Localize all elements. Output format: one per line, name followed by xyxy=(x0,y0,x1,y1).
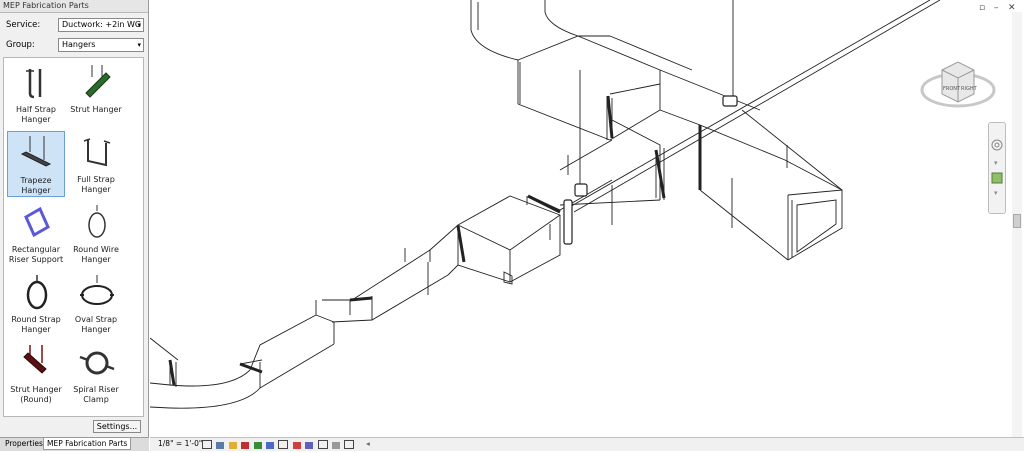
scrollbar-thumb[interactable] xyxy=(1013,214,1021,228)
fabrication-parts-panel: MEP Fabrication Parts Service: Ductwork:… xyxy=(0,0,149,450)
constraints-icon[interactable] xyxy=(344,440,355,449)
hide-isolate-icon[interactable] xyxy=(292,442,301,449)
analytical-model-icon[interactable] xyxy=(331,442,340,449)
group-row: Group: Hangers ▾ xyxy=(4,38,144,53)
3d-viewport[interactable]: FRONT RIGHT ▾ ▾ ▫ – ✕ xyxy=(150,0,1024,437)
tile-label: Oval Strap Hanger xyxy=(74,315,118,334)
vertical-scrollbar[interactable] xyxy=(1012,12,1022,437)
viewcube[interactable]: FRONT RIGHT xyxy=(918,50,998,115)
tile-rectangular-riser-support[interactable]: Rectangular Riser Support xyxy=(7,201,65,267)
crop-view-icon[interactable] xyxy=(265,442,274,449)
tile-label: Half Strap Hanger xyxy=(16,105,56,124)
tile-spiral-riser-clamp[interactable]: Spiral Riser Clamp xyxy=(67,341,125,407)
service-row: Service: Ductwork: +2in WG ▾ xyxy=(4,18,144,33)
ductwork-model xyxy=(150,0,941,409)
viewcube-icon: FRONT RIGHT xyxy=(920,61,996,108)
rectangular-riser-support-icon xyxy=(24,206,50,238)
group-value: Hangers xyxy=(62,40,96,49)
tile-half-strap-hanger[interactable]: Half Strap Hanger xyxy=(7,61,65,127)
group-dropdown[interactable]: Hangers ▾ xyxy=(58,38,144,52)
group-label: Group: xyxy=(6,40,35,50)
panel-tabs: Properties MEP Fabrication Parts xyxy=(0,437,149,451)
tile-label: Round Wire Hanger xyxy=(73,245,119,264)
detail-level-icon[interactable] xyxy=(202,440,212,449)
tile-trapeze-hanger[interactable]: Trapeze Hanger xyxy=(7,131,65,197)
shadows-icon[interactable] xyxy=(241,442,250,449)
viewcube-right-label: RIGHT xyxy=(961,86,978,92)
tile-full-strap-hanger[interactable]: Full Strap Hanger xyxy=(67,131,125,197)
trapeze-hanger-icon xyxy=(20,136,52,167)
sun-path-icon[interactable] xyxy=(228,442,237,449)
parts-grid: Half Strap Hanger Strut Hanger Trapeze H… xyxy=(3,57,144,417)
tile-label: Full Strap Hanger xyxy=(77,175,115,194)
oval-strap-hanger-icon xyxy=(80,275,114,305)
navigation-bar: ▾ ▾ xyxy=(988,122,1006,214)
tile-label: Round Strap Hanger xyxy=(11,315,61,334)
round-strap-hanger-icon xyxy=(26,275,48,310)
tile-label: Strut Hanger (Round) xyxy=(10,385,62,404)
chevron-down-icon: ▾ xyxy=(137,21,141,29)
tab-properties[interactable]: Properties xyxy=(2,438,46,450)
tile-strut-hanger[interactable]: Strut Hanger xyxy=(67,61,125,127)
scale-label[interactable]: 1/8" = 1'-0" xyxy=(158,438,202,450)
strut-hanger-round-icon xyxy=(23,345,47,374)
spiral-riser-clamp-icon xyxy=(79,351,115,375)
round-wire-hanger-icon xyxy=(88,205,106,238)
half-strap-hanger-icon xyxy=(26,69,42,99)
minimize-icon[interactable]: – xyxy=(994,3,999,13)
render-icon[interactable] xyxy=(253,442,262,449)
temporary-view-icon[interactable] xyxy=(317,440,328,449)
view-control-bar: 1/8" = 1'-0" ◂ xyxy=(150,437,1024,451)
panel-title: MEP Fabrication Parts xyxy=(0,0,148,13)
navigation-tools-icon[interactable]: ▾ ▾ xyxy=(989,123,1005,213)
strut-hanger-icon xyxy=(85,65,111,98)
tile-round-strap-hanger[interactable]: Round Strap Hanger xyxy=(7,271,65,337)
tile-strut-hanger-round[interactable]: Strut Hanger (Round) xyxy=(7,341,65,407)
settings-button[interactable]: Settings... xyxy=(93,420,141,433)
view-control-icons xyxy=(202,440,355,449)
service-label: Service: xyxy=(6,20,41,30)
tile-oval-strap-hanger[interactable]: Oval Strap Hanger xyxy=(67,271,125,337)
chevron-down-icon: ▾ xyxy=(137,41,141,49)
restore-icon[interactable]: ▫ xyxy=(979,3,985,13)
svg-text:▾: ▾ xyxy=(994,189,998,197)
show-crop-icon[interactable] xyxy=(278,440,289,449)
chevron-left-icon[interactable]: ◂ xyxy=(366,438,370,450)
viewcube-front-label: FRONT xyxy=(943,86,961,92)
tile-label: Strut Hanger xyxy=(70,105,122,114)
tile-label: Trapeze Hanger xyxy=(20,176,52,195)
service-dropdown[interactable]: Ductwork: +2in WG ▾ xyxy=(58,18,144,32)
tile-label: Rectangular Riser Support xyxy=(8,245,64,264)
tile-round-wire-hanger[interactable]: Round Wire Hanger xyxy=(67,201,125,267)
service-value: Ductwork: +2in WG xyxy=(62,20,142,29)
tile-label: Spiral Riser Clamp xyxy=(73,385,119,404)
reveal-hidden-icon[interactable] xyxy=(305,442,314,449)
tab-mep-fabrication-parts[interactable]: MEP Fabrication Parts xyxy=(43,438,132,450)
full-strap-hanger-icon xyxy=(83,138,111,167)
visual-style-icon[interactable] xyxy=(216,442,225,449)
svg-text:▾: ▾ xyxy=(994,159,998,167)
